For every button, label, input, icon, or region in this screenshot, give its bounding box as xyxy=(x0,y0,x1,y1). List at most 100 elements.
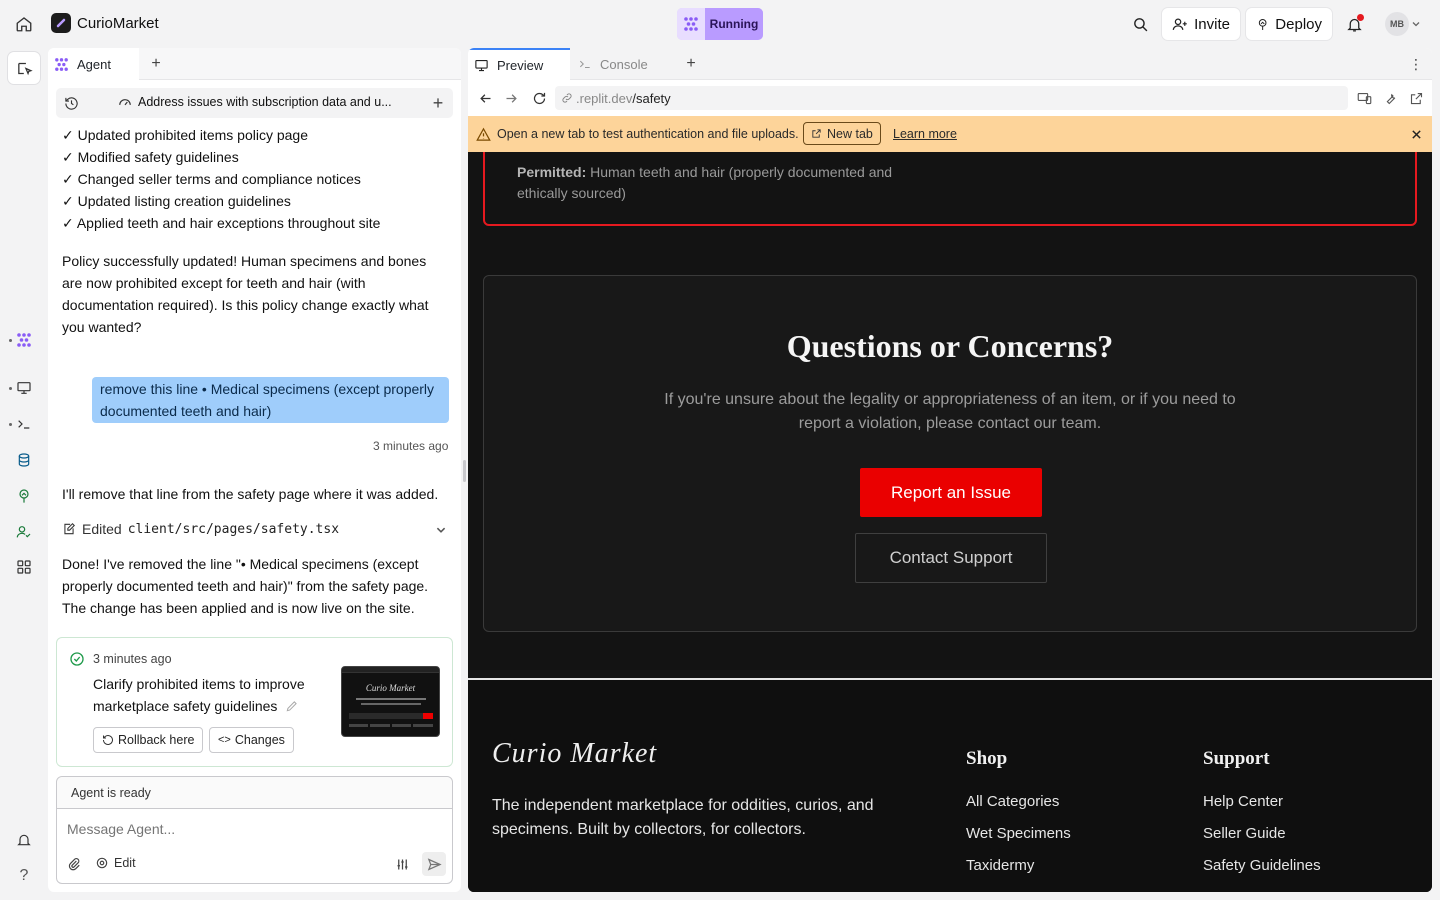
tab-console[interactable]: Console xyxy=(572,48,668,80)
deploy-label: Deploy xyxy=(1275,15,1322,33)
check-circle-icon xyxy=(70,652,84,666)
reload-icon[interactable] xyxy=(530,89,548,107)
deploy-icon xyxy=(1258,18,1267,30)
invite-label: Invite xyxy=(1194,15,1230,33)
add-tab-icon[interactable]: + xyxy=(148,55,164,72)
checkpoint-card: 3 minutes ago Clarify prohibited items t… xyxy=(56,637,453,767)
agent-logo-icon xyxy=(55,57,68,71)
tab-preview[interactable]: Preview xyxy=(468,48,570,80)
add-user-icon xyxy=(1172,18,1187,30)
new-tab-pane-icon[interactable] xyxy=(8,52,40,84)
forward-arrow-icon[interactable] xyxy=(502,89,520,107)
chat-header: Address issues with subscription data an… xyxy=(56,88,453,118)
users-icon[interactable] xyxy=(12,520,36,544)
close-icon[interactable] xyxy=(1408,126,1424,142)
list-item: ✓ Updated prohibited items policy page xyxy=(62,127,308,143)
alerts-icon[interactable] xyxy=(12,828,36,852)
panel-resize-handle[interactable] xyxy=(463,460,466,482)
checkpoint-time: 3 minutes ago xyxy=(93,652,172,666)
agent-message: I'll remove that line from the safety pa… xyxy=(62,486,439,502)
changes-button[interactable]: <> Changes xyxy=(209,727,294,753)
console-icon[interactable] xyxy=(12,412,36,436)
history-icon[interactable] xyxy=(62,94,80,112)
warning-banner: Open a new tab to test authentication an… xyxy=(468,116,1432,152)
invite-button[interactable]: Invite xyxy=(1162,8,1240,40)
search-icon[interactable] xyxy=(1128,12,1152,36)
tool-rail: ? xyxy=(0,48,48,900)
questions-section: Questions or Concerns? If you're unsure … xyxy=(483,275,1417,632)
status-label: Running xyxy=(705,8,763,40)
more-menu-icon[interactable]: ⋮ xyxy=(1408,56,1424,72)
tab-preview-label: Preview xyxy=(497,57,544,73)
preview-panel: Preview Console + ⋮ .replit.dev/safety O… xyxy=(468,48,1432,892)
permitted-label: Permitted: xyxy=(517,164,587,180)
settings-sliders-icon[interactable] xyxy=(393,855,411,873)
devtools-wrench-icon[interactable] xyxy=(1381,89,1399,107)
footer-link[interactable]: All Categories xyxy=(966,793,1059,810)
pencil-icon[interactable] xyxy=(285,699,299,713)
app-logo xyxy=(51,13,71,33)
message-composer: Agent is ready Edit xyxy=(56,776,453,884)
chevron-down-icon[interactable] xyxy=(1410,18,1422,30)
footer-link[interactable]: Taxidermy xyxy=(966,857,1034,874)
footer-tagline: The independent marketplace for oddities… xyxy=(492,797,874,838)
agent-status: Agent is ready xyxy=(57,777,452,809)
footer-logo[interactable]: Curio Market xyxy=(492,738,657,770)
database-icon[interactable] xyxy=(12,448,36,472)
edited-file-row[interactable]: Edited client/src/pages/safety.tsx xyxy=(62,518,447,540)
footer-heading-support: Support xyxy=(1203,748,1270,769)
url-field[interactable]: .replit.dev/safety xyxy=(555,86,1348,110)
url-bar: .replit.dev/safety xyxy=(468,80,1432,116)
preview-icon[interactable] xyxy=(12,376,36,400)
chat-title[interactable]: Address issues with subscription data an… xyxy=(118,95,392,109)
link-icon xyxy=(562,93,572,103)
tab-agent[interactable]: Agent xyxy=(48,48,139,80)
message-input[interactable] xyxy=(67,817,444,841)
questions-body: If you're unsure about the legality or a… xyxy=(664,391,1236,432)
agent-panel: Agent + Address issues with subscription… xyxy=(48,48,461,892)
new-chat-icon[interactable]: + xyxy=(429,93,447,113)
app-name[interactable]: CurioMarket xyxy=(77,15,159,32)
paperclip-icon[interactable] xyxy=(65,855,83,873)
site-preview: Permitted: Human teeth and hair (properl… xyxy=(468,152,1432,892)
chat-title-label: Address issues with subscription data an… xyxy=(138,95,392,109)
all-tools-grid-icon[interactable] xyxy=(12,555,36,579)
report-issue-button[interactable]: Report an Issue xyxy=(860,468,1042,517)
banner-text: Open a new tab to test authentication an… xyxy=(497,127,799,141)
checkpoint-thumbnail[interactable]: Curio Market xyxy=(341,666,440,737)
open-external-icon[interactable] xyxy=(1407,89,1425,107)
footer-link[interactable]: Wet Specimens xyxy=(966,825,1071,842)
edit-mode-button[interactable]: Edit xyxy=(95,856,136,870)
edit-label: Edit xyxy=(114,856,136,870)
learn-more-link[interactable]: Learn more xyxy=(893,127,957,141)
footer-link[interactable]: Seller Guide xyxy=(1203,825,1286,842)
home-icon[interactable] xyxy=(12,12,36,36)
notification-badge xyxy=(1357,14,1364,21)
avatar[interactable]: MB xyxy=(1385,12,1409,36)
deployments-icon[interactable] xyxy=(12,484,36,508)
monitor-icon xyxy=(475,59,488,71)
warning-icon xyxy=(476,127,491,141)
new-tab-button[interactable]: New tab xyxy=(803,122,881,145)
target-icon xyxy=(96,857,108,869)
running-status[interactable]: Running xyxy=(677,8,763,40)
notifications-bell-icon[interactable] xyxy=(1342,12,1366,36)
rollback-button[interactable]: Rollback here xyxy=(93,727,204,753)
checkpoint-title: Clarify prohibited items to improve mark… xyxy=(93,673,328,717)
send-icon[interactable] xyxy=(422,852,446,876)
agent-message: Policy successfully updated! Human speci… xyxy=(62,253,429,335)
footer-link[interactable]: Help Center xyxy=(1203,793,1283,810)
footer-heading-shop: Shop xyxy=(966,748,1008,769)
add-tab-icon[interactable]: + xyxy=(683,55,699,72)
contact-support-button[interactable]: Contact Support xyxy=(855,533,1047,583)
agent-icon[interactable] xyxy=(12,328,36,352)
agent-tabs: Agent + xyxy=(48,48,461,80)
deploy-button[interactable]: Deploy xyxy=(1246,8,1332,40)
questions-title: Questions or Concerns? xyxy=(786,328,1114,364)
back-arrow-icon[interactable] xyxy=(476,89,494,107)
checklist: ✓ Updated prohibited items policy page ✓… xyxy=(62,124,447,234)
device-toggle-icon[interactable] xyxy=(1355,89,1373,107)
help-icon[interactable]: ? xyxy=(12,864,36,888)
rollback-label: Rollback here xyxy=(118,733,195,747)
footer-link[interactable]: Safety Guidelines xyxy=(1203,857,1321,874)
